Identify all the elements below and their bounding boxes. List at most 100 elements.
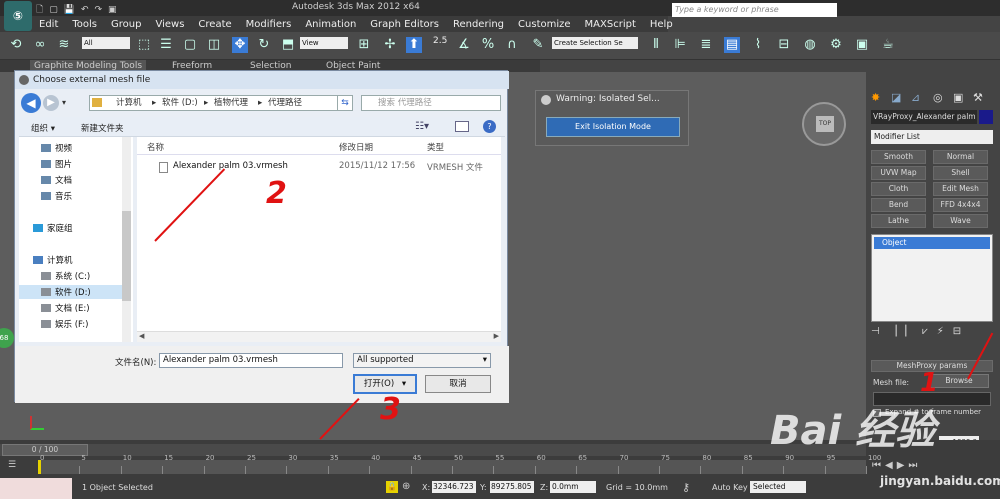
bind-space-warp-icon[interactable]: ≋ xyxy=(56,37,72,53)
breadcrumb-proxy-path[interactable]: 代理路径 xyxy=(268,96,302,110)
help-icon[interactable]: ? xyxy=(483,120,496,133)
mirror-icon[interactable]: ⫴ xyxy=(648,37,664,53)
nav-scrollbar-thumb[interactable] xyxy=(122,211,131,301)
modifier-button-edit-mesh[interactable]: Edit Mesh xyxy=(933,182,988,196)
breadcrumb-plant-proxy[interactable]: 植物代理 xyxy=(214,96,248,110)
edit-named-selection-icon[interactable]: ✎ xyxy=(530,37,546,53)
auto-key-label[interactable]: Auto Key xyxy=(712,483,748,492)
exit-isolation-button[interactable]: Exit Isolation Mode xyxy=(546,117,680,137)
schematic-view-icon[interactable]: ⊟ xyxy=(776,37,792,53)
forward-button-icon[interactable]: ▶ xyxy=(43,95,59,111)
align-icon[interactable]: ⊫ xyxy=(672,37,688,53)
modifier-button-smooth[interactable]: Smooth xyxy=(871,150,926,164)
utilities-tab-icon[interactable]: ⚒ xyxy=(973,91,983,104)
nav-item-0[interactable]: 视频 xyxy=(19,141,122,155)
nav-item-5[interactable]: 计算机 xyxy=(19,253,122,267)
window-crossing-icon[interactable]: ◫ xyxy=(206,37,222,53)
refresh-icon[interactable]: ⇆ xyxy=(337,95,353,111)
app-logo[interactable]: ⑤ xyxy=(4,1,32,31)
nav-scrollbar[interactable] xyxy=(122,137,131,342)
open-button[interactable]: 打开(O) ▾ xyxy=(353,374,417,394)
new-folder-button[interactable]: 新建文件夹 xyxy=(81,122,124,134)
angle-snap-icon[interactable]: ∡ xyxy=(456,37,472,53)
column-header-name[interactable]: 名称 xyxy=(147,141,164,153)
object-name-field[interactable]: VRayProxy_Alexander palm 0 xyxy=(871,110,977,124)
selection-lock-icon[interactable]: 🔒 xyxy=(386,481,398,493)
maxscript-listener[interactable] xyxy=(0,478,72,499)
preview-pane-icon[interactable] xyxy=(455,121,469,132)
breadcrumb-computer[interactable]: 计算机 xyxy=(116,96,142,110)
scroll-left-icon[interactable]: ◀ xyxy=(139,332,144,340)
link-icon[interactable]: ∞ xyxy=(32,37,48,53)
keyboard-shortcut-icon[interactable]: ⬆ xyxy=(406,37,422,53)
key-icon[interactable]: ⚷ xyxy=(682,481,690,494)
nav-item-9[interactable]: 娱乐 (F:) xyxy=(19,317,122,331)
spinner-snap-icon[interactable]: ∩ xyxy=(504,37,520,53)
nav-item-7[interactable]: 软件 (D:) xyxy=(19,285,122,299)
address-bar[interactable]: 计算机 ▸ 软件 (D:) ▸ 植物代理 ▸ 代理路径 ▾ xyxy=(89,95,345,111)
view-options-icon[interactable]: ☷▾ xyxy=(415,121,429,132)
menu-item-create[interactable]: Create xyxy=(191,19,238,30)
filetype-dropdown[interactable]: All supported ▾ xyxy=(353,353,491,368)
menu-item-maxscript[interactable]: MAXScript xyxy=(578,19,643,30)
modifier-list-dropdown[interactable]: Modifier List xyxy=(871,130,993,144)
organize-button[interactable]: 组织 ▾ xyxy=(31,122,55,134)
y-coordinate-field[interactable]: 89275.805 xyxy=(490,481,534,493)
modifier-button-wave[interactable]: Wave xyxy=(933,214,988,228)
angle-snap-value[interactable]: 2.5 xyxy=(433,36,447,46)
file-row[interactable]: Alexander palm 03.vrmesh 2015/11/12 17:5… xyxy=(143,161,493,175)
time-slider-thumb[interactable]: 0 / 100 xyxy=(2,444,88,456)
nav-item-8[interactable]: 文档 (E:) xyxy=(19,301,122,315)
material-editor-icon[interactable]: ◍ xyxy=(802,37,818,53)
menu-item-tools[interactable]: Tools xyxy=(65,19,104,30)
create-tab-icon[interactable]: ✸ xyxy=(871,91,880,104)
nav-item-4[interactable]: 家庭组 xyxy=(19,221,122,235)
named-selection-set-dropdown[interactable]: Create Selection Se xyxy=(552,37,638,49)
cancel-button[interactable]: 取消 xyxy=(425,375,491,393)
back-button-icon[interactable]: ◀ xyxy=(21,93,41,113)
modifier-button-normal[interactable]: Normal xyxy=(933,150,988,164)
hierarchy-tab-icon[interactable]: ⊿ xyxy=(911,91,920,104)
column-header-date[interactable]: 修改日期 xyxy=(339,141,373,153)
layer-manager-icon[interactable]: ≣ xyxy=(698,37,714,53)
undo-icon[interactable]: ⟲ xyxy=(8,37,24,53)
open-dropdown-icon[interactable]: ▾ xyxy=(402,379,406,389)
filename-input[interactable]: Alexander palm 03.vrmesh xyxy=(159,353,343,368)
select-object-icon[interactable]: ⬚ xyxy=(136,37,152,53)
motion-tab-icon[interactable]: ◎ xyxy=(933,91,943,104)
nav-item-2[interactable]: 文档 xyxy=(19,173,122,187)
transform-mode-icon[interactable]: ⊕ xyxy=(402,481,410,492)
horizontal-scrollbar[interactable]: ◀ ▶ xyxy=(137,331,501,342)
rectangle-selection-icon[interactable]: ▢ xyxy=(182,37,198,53)
modifier-button-lathe[interactable]: Lathe xyxy=(871,214,926,228)
x-coordinate-field[interactable]: 32346.723 xyxy=(432,481,476,493)
stack-item-object[interactable]: Object xyxy=(874,237,990,249)
menu-item-help[interactable]: Help xyxy=(643,19,680,30)
menu-item-animation[interactable]: Animation xyxy=(298,19,363,30)
select-manipulate-icon[interactable]: ✢ xyxy=(382,37,398,53)
column-header-type[interactable]: 类型 xyxy=(427,141,444,153)
rotate-icon[interactable]: ↻ xyxy=(256,37,272,53)
modifier-button-ffd-4x4x4[interactable]: FFD 4x4x4 xyxy=(933,198,988,212)
pivot-center-icon[interactable]: ⊞ xyxy=(356,37,372,53)
select-by-name-icon[interactable]: ☰ xyxy=(158,37,174,53)
object-color-swatch[interactable] xyxy=(979,110,993,124)
reference-coordinate-dropdown[interactable]: View xyxy=(300,37,348,49)
nav-item-6[interactable]: 系统 (C:) xyxy=(19,269,122,283)
recent-locations-chevron-icon[interactable]: ▾ xyxy=(62,98,66,107)
render-teapot-icon[interactable]: ☕ xyxy=(880,37,896,53)
percent-snap-icon[interactable]: % xyxy=(480,37,496,53)
breadcrumb-drive-d[interactable]: 软件 (D:) xyxy=(162,96,198,110)
menu-item-graph-editors[interactable]: Graph Editors xyxy=(363,19,446,30)
nav-item-3[interactable]: 音乐 xyxy=(19,189,122,203)
dialog-search-input[interactable]: 搜索 代理路径 xyxy=(361,95,501,111)
mini-listener-icon[interactable]: ☰ xyxy=(8,460,16,470)
modifier-button-shell[interactable]: Shell xyxy=(933,166,988,180)
key-mode-dropdown[interactable]: Selected xyxy=(750,481,806,493)
selection-filter-dropdown[interactable]: All xyxy=(82,37,130,49)
render-setup-icon[interactable]: ⚙ xyxy=(828,37,844,53)
viewcube[interactable]: TOP xyxy=(802,102,846,146)
menu-item-views[interactable]: Views xyxy=(148,19,191,30)
move-icon[interactable]: ✥ xyxy=(232,37,248,53)
menu-item-customize[interactable]: Customize xyxy=(511,19,578,30)
